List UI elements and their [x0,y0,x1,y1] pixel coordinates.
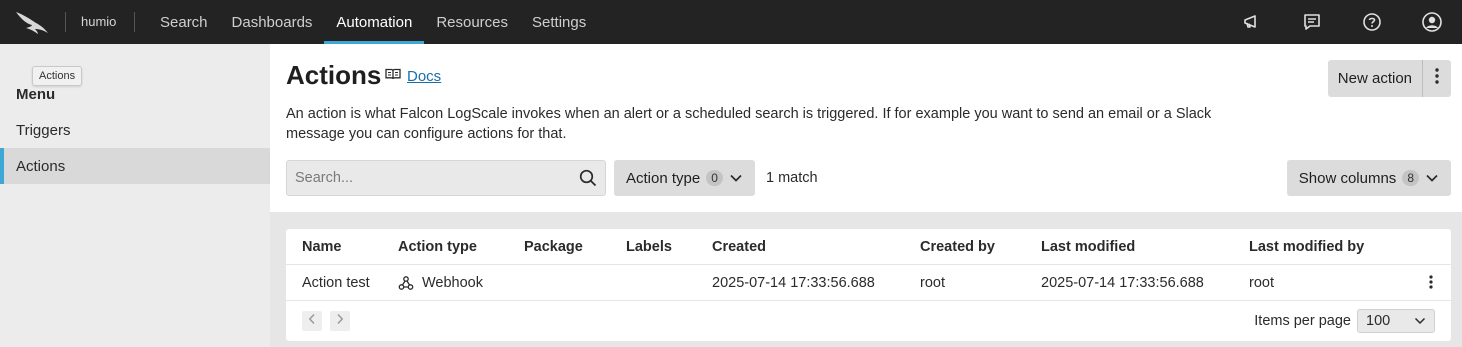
nav-dashboards[interactable]: Dashboards [220,0,325,44]
top-navigation-bar: humio Search Dashboards Automation Resou… [0,0,1462,44]
sidebar-item-label: Triggers [16,121,71,139]
column-header-last-modified[interactable]: Last modified [1041,229,1135,265]
feedback-icon[interactable] [1282,0,1342,44]
row-menu-button[interactable] [1429,274,1433,295]
nav-search[interactable]: Search [148,0,220,44]
items-per-page-select[interactable]: 100 [1357,309,1435,333]
new-action-button-group: New action [1327,60,1451,97]
main-content: Actions Docs An action is what Falcon Lo… [270,44,1462,347]
brand-name[interactable]: humio [81,14,116,29]
chevron-down-icon [729,170,743,187]
next-page-button[interactable] [330,311,350,331]
cell-last-modified-by: root [1249,275,1274,291]
user-account-icon[interactable] [1402,0,1462,44]
sidebar-item-label: Actions [16,157,66,175]
previous-page-button[interactable] [302,311,322,331]
show-columns-label: Show columns [1298,169,1397,187]
sidebar-item-actions[interactable]: Actions [0,148,270,184]
column-header-action-type[interactable]: Action type [398,229,477,265]
docs-link-group: Docs [385,67,441,85]
actions-table-card: Name Action type Package Labels Created … [286,229,1451,341]
table-row[interactable]: Action test Webhook 2025-07-14 17:33:56.… [286,265,1451,301]
more-options-button[interactable] [1423,60,1451,97]
cell-last-modified: 2025-07-14 17:33:56.688 [1041,275,1204,291]
nav-resources[interactable]: Resources [424,0,520,44]
brand-divider [134,12,135,32]
logo-divider [65,12,66,32]
book-icon [385,67,401,85]
cell-created: 2025-07-14 17:33:56.688 [712,275,875,291]
kebab-menu-icon [1435,68,1439,89]
chevron-down-icon [1414,313,1426,329]
table-header-row: Name Action type Package Labels Created … [286,229,1451,265]
items-per-page-label: Items per page [1254,313,1351,329]
chevron-down-icon [1425,170,1439,187]
column-header-labels[interactable]: Labels [626,229,672,265]
column-header-created-by[interactable]: Created by [920,229,995,265]
items-per-page-value: 100 [1366,313,1391,329]
column-header-created[interactable]: Created [712,229,766,265]
megaphone-icon[interactable] [1222,0,1282,44]
nav-settings[interactable]: Settings [520,0,598,44]
columns-count-badge: 8 [1402,170,1419,186]
search-field [286,160,606,196]
pagination [302,311,350,331]
action-type-count-badge: 0 [706,170,723,186]
docs-link[interactable]: Docs [407,68,441,85]
main-nav: Search Dashboards Automation Resources S… [148,0,598,44]
new-action-button[interactable]: New action [1328,60,1423,97]
search-icon[interactable] [579,169,597,192]
cell-created-by: root [920,275,945,291]
falcon-logo-icon[interactable] [14,9,50,35]
kebab-menu-icon [1429,275,1433,294]
items-per-page: Items per page 100 [1254,309,1435,333]
search-input[interactable] [295,170,565,186]
webhook-icon [398,275,414,291]
help-icon[interactable] [1342,0,1402,44]
action-type-filter-label: Action type [626,169,701,187]
chevron-right-icon [336,312,344,330]
cell-name[interactable]: Action test [302,265,370,301]
chevron-left-icon [308,312,316,330]
nav-automation[interactable]: Automation [324,0,425,44]
cell-action-type: Webhook [398,265,483,301]
column-header-last-modified-by[interactable]: Last modified by [1249,229,1364,265]
sidebar-item-triggers[interactable]: Triggers [0,112,270,148]
cell-action-type-label: Webhook [422,275,483,291]
column-header-name[interactable]: Name [302,229,342,265]
tooltip: Actions [32,66,83,86]
match-count: 1 match [766,170,818,186]
page-title: Actions [286,60,382,90]
sidebar: Actions Menu Triggers Actions [0,44,270,347]
action-type-filter[interactable]: Action type 0 [614,160,755,196]
column-header-package[interactable]: Package [524,229,583,265]
sidebar-menu-title: Menu [16,86,56,103]
page-description: An action is what Falcon LogScale invoke… [286,106,1212,142]
show-columns-button[interactable]: Show columns 8 [1286,160,1451,196]
page-header: Actions Docs An action is what Falcon Lo… [270,44,1462,212]
top-icons [1222,0,1462,44]
